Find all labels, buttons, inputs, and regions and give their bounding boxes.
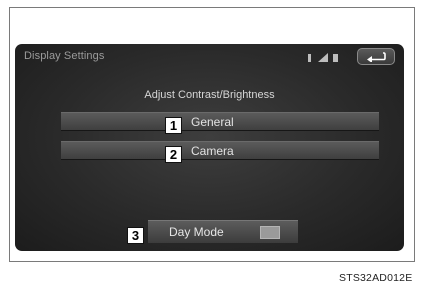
general-button[interactable]: General bbox=[61, 112, 379, 131]
display-settings-screen: Display Settings Adjust Contrast/Brightn… bbox=[15, 44, 404, 251]
figure-code: STS32AD012E bbox=[339, 272, 413, 284]
day-mode-button[interactable]: Day Mode bbox=[148, 220, 298, 243]
camera-button[interactable]: Camera bbox=[61, 141, 379, 160]
screen-title: Display Settings bbox=[24, 50, 105, 62]
bluetooth-icon bbox=[308, 54, 311, 62]
callout-3: 3 bbox=[127, 227, 144, 244]
section-heading: Adjust Contrast/Brightness bbox=[144, 89, 275, 101]
battery-icon bbox=[333, 54, 338, 62]
back-arrow-icon bbox=[367, 52, 386, 62]
general-label: General bbox=[191, 115, 234, 129]
signal-bars-icon bbox=[318, 53, 328, 62]
day-mode-indicator bbox=[260, 226, 280, 239]
camera-label: Camera bbox=[191, 144, 234, 158]
back-button[interactable] bbox=[357, 48, 395, 65]
callout-2: 2 bbox=[165, 146, 182, 163]
status-icons bbox=[306, 52, 350, 64]
day-mode-label: Day Mode bbox=[169, 225, 224, 239]
callout-1: 1 bbox=[165, 117, 182, 134]
